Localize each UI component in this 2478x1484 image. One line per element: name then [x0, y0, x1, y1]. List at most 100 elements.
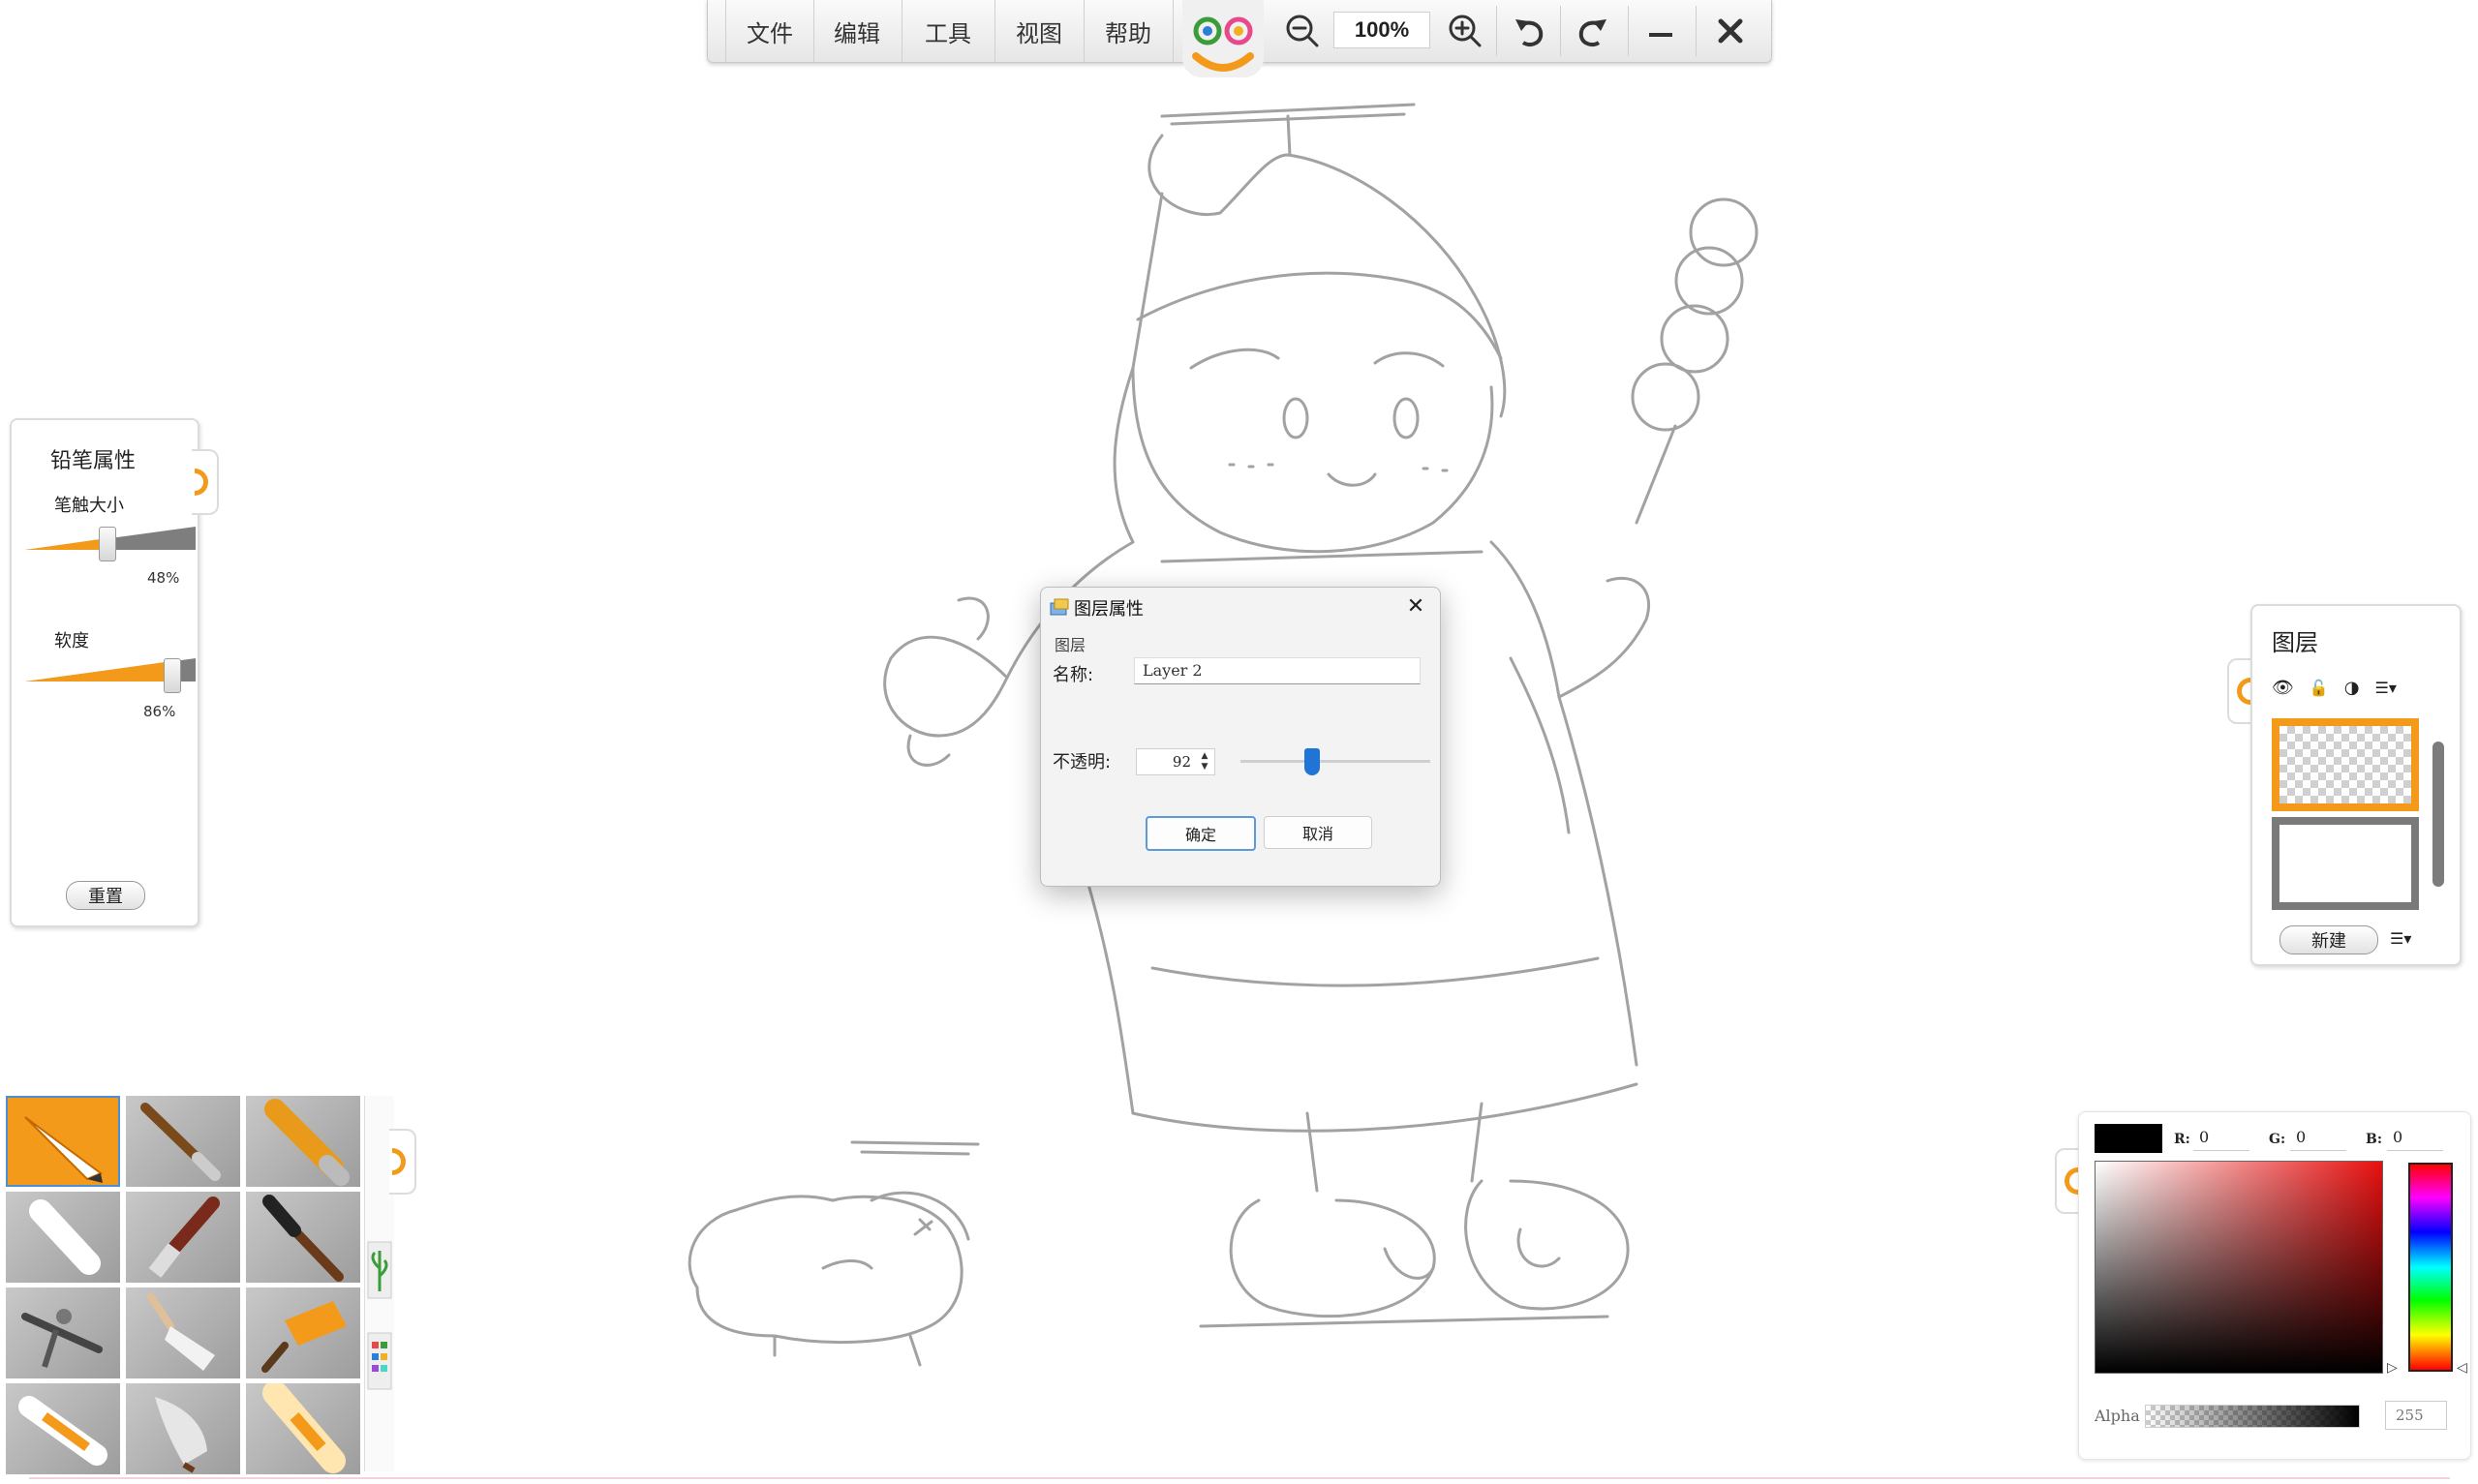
pencil-icon	[24, 1116, 103, 1183]
airbrush-icon	[21, 1309, 103, 1368]
blue-input[interactable]: 0	[2387, 1124, 2443, 1151]
layer-properties-icon	[1050, 598, 1069, 616]
eraser-icon	[29, 1199, 101, 1275]
dialog-titlebar[interactable]: 图层属性 ✕	[1041, 588, 1440, 626]
hue-slider[interactable]	[2408, 1163, 2453, 1372]
opacity-value: 92	[1172, 753, 1191, 771]
brush-palette-collapse-handle[interactable]	[389, 1129, 416, 1195]
red-input[interactable]: 0	[2193, 1124, 2249, 1151]
opacity-slider-thumb[interactable]	[1304, 748, 1320, 775]
swatches-icon[interactable]	[367, 1332, 392, 1390]
reset-button[interactable]: 重置	[66, 881, 145, 910]
layer-thumbnail[interactable]	[2272, 817, 2419, 910]
brush-size-label: 笔触大小	[54, 496, 124, 516]
dialog-title: 图层属性	[1074, 599, 1144, 620]
visibility-eye-icon[interactable]: 👁	[2272, 678, 2294, 698]
brush-round[interactable]	[126, 1096, 240, 1187]
dialog-close-button[interactable]: ✕	[1403, 593, 1428, 619]
pencil-panel-title: 铅笔属性	[50, 449, 137, 473]
red-label: R:	[2174, 1132, 2190, 1147]
roller-icon	[261, 1301, 347, 1373]
layer-options-menu-icon[interactable]: ☰▾	[2375, 679, 2397, 697]
cancel-button[interactable]: 取消	[1264, 816, 1372, 849]
undo-icon	[1515, 19, 1544, 46]
brush-flat[interactable]	[126, 1192, 240, 1283]
softness-slider-thumb[interactable]	[164, 658, 181, 693]
flat-brush-icon	[148, 1196, 220, 1278]
opacity-slider-track[interactable]	[1240, 760, 1430, 763]
close-button[interactable]	[1705, 8, 1756, 54]
layers-panel-title: 图层	[2272, 629, 2318, 656]
saturation-value-picker[interactable]	[2095, 1161, 2383, 1374]
nib-icon	[155, 1397, 207, 1473]
brush-roller[interactable]	[246, 1287, 360, 1378]
zoom-out-button[interactable]	[1277, 8, 1328, 54]
opacity-spinbox[interactable]: 92 ▲ ▼	[1136, 748, 1215, 775]
opacity-spin-arrows[interactable]: ▲ ▼	[1197, 751, 1212, 772]
menu-edit[interactable]: 编辑	[812, 0, 902, 62]
softness-value: 86%	[143, 703, 176, 720]
brush-icon	[140, 1103, 221, 1181]
layer-thumbnail-selected[interactable]	[2272, 718, 2419, 811]
zoom-in-icon	[1449, 15, 1482, 47]
minimize-button[interactable]	[1636, 8, 1686, 54]
layer-properties-dialog: 图层属性 ✕ 图层 名称: Layer 2 不透明: 92 ▲ ▼ 确定 取消	[1040, 587, 1441, 887]
brush-size-slider-thumb[interactable]	[99, 527, 116, 561]
zoom-out-icon	[1286, 15, 1319, 47]
layers-scrollbar[interactable]	[2432, 742, 2444, 887]
layer-name-input[interactable]: Layer 2	[1134, 657, 1421, 684]
hue-slider-marker-right-icon[interactable]: ◁	[2457, 1360, 2467, 1376]
color-picker-panel: R: 0 G: 0 B: 0 ▷ ◁ Alpha 255	[2078, 1111, 2471, 1460]
zoom-in-button[interactable]	[1440, 8, 1490, 54]
marker-icon	[264, 1099, 350, 1186]
lock-icon[interactable]: 🔓	[2310, 679, 2329, 697]
alpha-slider[interactable]	[2145, 1405, 2360, 1428]
zoom-level[interactable]: 100%	[1333, 12, 1430, 48]
softness-label: 软度	[54, 631, 89, 651]
layer-name-label: 名称:	[1053, 665, 1094, 685]
brush-marker[interactable]	[246, 1096, 360, 1187]
layer-group-label: 图层	[1055, 636, 1086, 654]
new-layer-button[interactable]: 新建	[2279, 925, 2378, 954]
plant-icon[interactable]	[367, 1241, 392, 1299]
alpha-input[interactable]: 255	[2385, 1401, 2447, 1430]
blue-label: B:	[2366, 1132, 2383, 1147]
layer-menu-dropdown[interactable]: ☰▾	[2390, 929, 2429, 953]
brush-ink[interactable]	[246, 1192, 360, 1283]
brush-pencil[interactable]	[6, 1096, 120, 1187]
crayon-icon	[18, 1396, 107, 1466]
layers-panel: 图层 👁 🔓 ◑ ☰▾ 新建 ☰▾	[2250, 604, 2462, 966]
brush-palette-knife[interactable]	[126, 1287, 240, 1378]
status-divider	[29, 1477, 2450, 1479]
undo-button[interactable]	[1504, 8, 1554, 54]
brush-nib[interactable]	[126, 1383, 240, 1474]
menu-file[interactable]: 文件	[725, 0, 814, 62]
alpha-label: Alpha	[2095, 1407, 2140, 1425]
minimize-icon	[1649, 33, 1672, 37]
app-logo[interactable]	[1182, 0, 1264, 77]
brush-crayon[interactable]	[6, 1383, 120, 1474]
ink-brush-icon	[262, 1195, 344, 1282]
brush-airbrush[interactable]	[6, 1287, 120, 1378]
brush-eraser[interactable]	[6, 1192, 120, 1283]
main-toolbar: 文件 编辑 工具 视图 帮助 100%	[707, 0, 1772, 77]
menu-view[interactable]: 视图	[994, 0, 1085, 62]
close-icon: ✕	[1406, 593, 1425, 619]
brush-palette	[6, 1096, 364, 1474]
brush-size-value: 48%	[147, 569, 180, 587]
pencil-panel-collapse-handle[interactable]	[192, 449, 219, 515]
hue-slider-marker-icon[interactable]: ▷	[2387, 1360, 2398, 1376]
close-icon	[1718, 18, 1743, 44]
redo-icon	[1578, 19, 1606, 46]
pencil-properties-panel: 铅笔属性 笔触大小 48% 软度 86% 重置	[10, 418, 199, 927]
green-input[interactable]: 0	[2290, 1124, 2346, 1151]
brush-highlighter[interactable]	[246, 1383, 360, 1474]
current-color-swatch[interactable]	[2095, 1124, 2162, 1153]
highlighter-icon	[262, 1383, 346, 1473]
redo-button[interactable]	[1568, 8, 1618, 54]
menu-help[interactable]: 帮助	[1084, 0, 1174, 62]
blend-mode-icon[interactable]: ◑	[2344, 678, 2360, 698]
ok-button[interactable]: 确定	[1146, 816, 1256, 851]
palette-knife-icon	[147, 1293, 215, 1371]
menu-tools[interactable]: 工具	[902, 0, 995, 62]
